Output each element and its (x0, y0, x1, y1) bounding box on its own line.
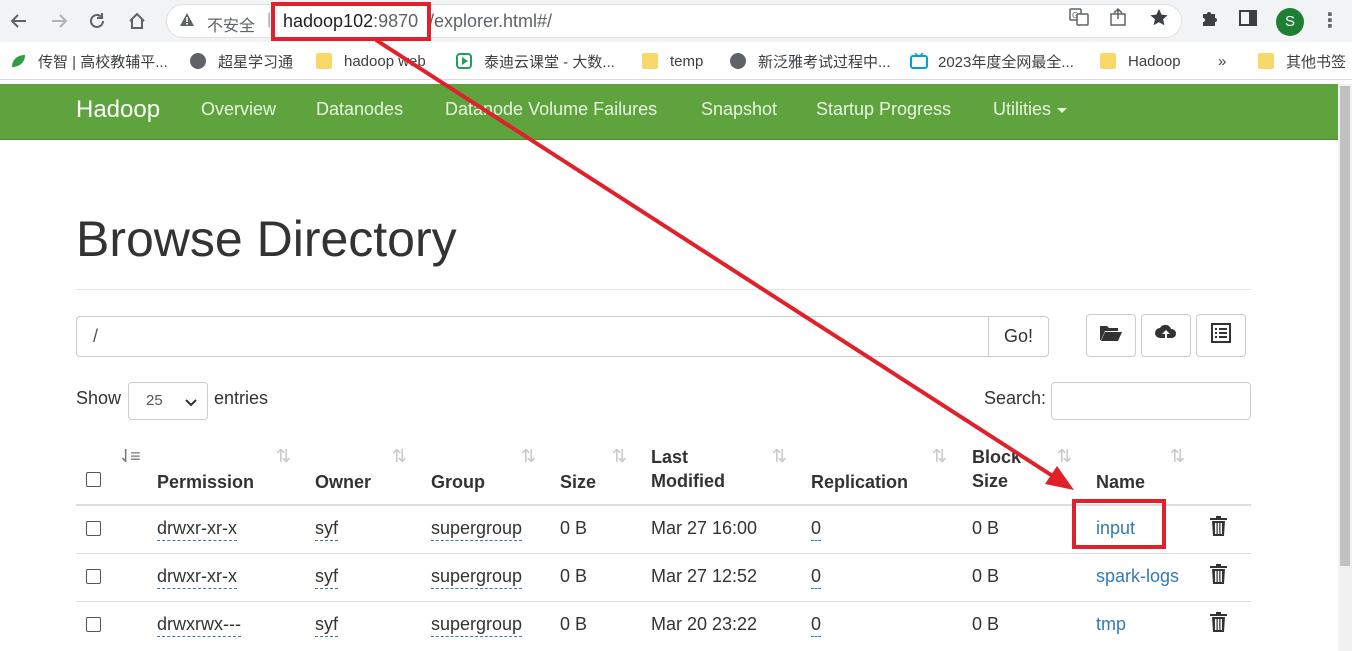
annotation-arrow (374, 38, 1074, 490)
